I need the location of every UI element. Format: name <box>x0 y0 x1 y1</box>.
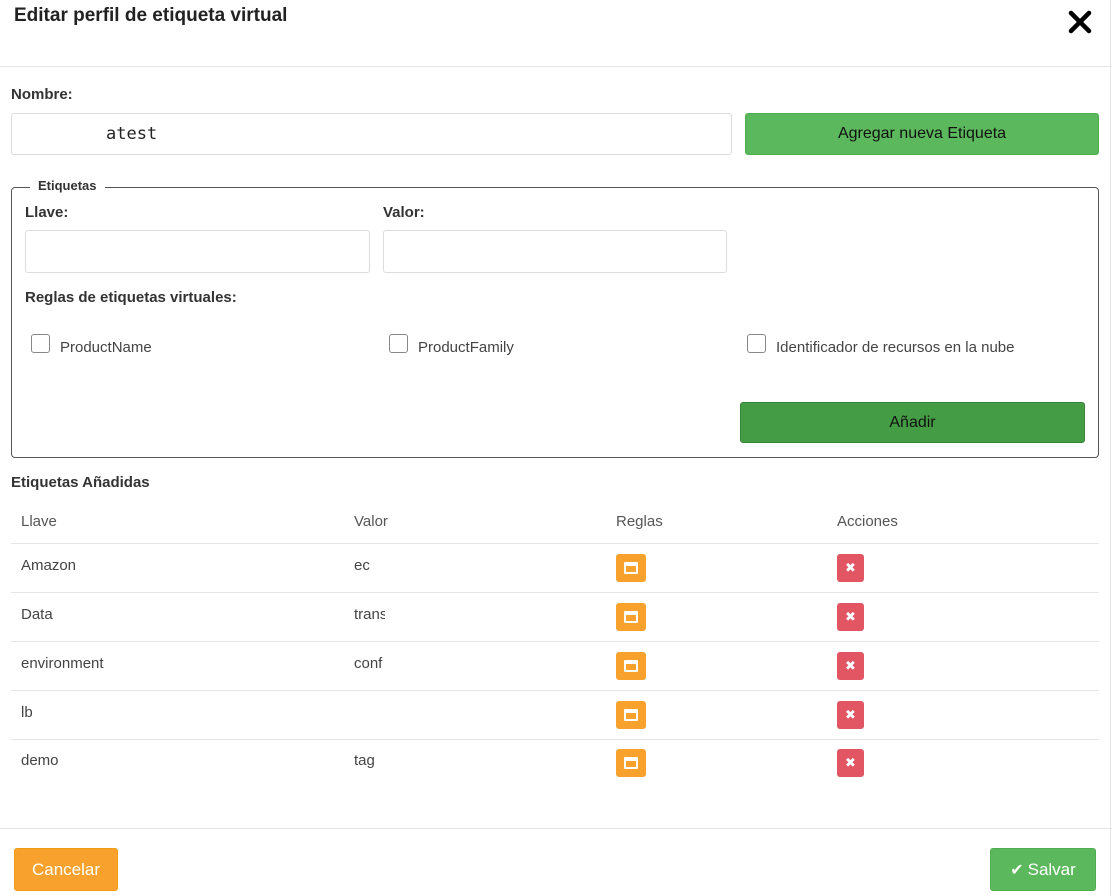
delete-button[interactable]: ✖ <box>837 603 864 631</box>
window-icon <box>624 757 638 769</box>
row-divider <box>11 739 1099 740</box>
rule-label-cloud-resource-id: Identificador de recursos en la nube <box>776 339 1015 356</box>
table-cell-key: Amazon <box>21 557 77 574</box>
save-button[interactable]: ✔ Salvar <box>990 848 1096 891</box>
key-input[interactable] <box>25 230 370 273</box>
check-icon: ✔ <box>1010 861 1024 879</box>
row-divider <box>11 641 1099 642</box>
window-icon <box>624 611 638 623</box>
modal-edge <box>1110 0 1111 896</box>
column-header-key: Llave <box>21 513 57 530</box>
footer-divider <box>0 828 1112 829</box>
table-cell-key: Data <box>21 606 53 623</box>
row-divider <box>11 543 1099 544</box>
header-divider <box>0 66 1112 67</box>
save-label: Salvar <box>1027 859 1076 879</box>
rules-label: Reglas de etiquetas virtuales: <box>25 289 237 306</box>
delete-button[interactable]: ✖ <box>837 652 864 680</box>
close-icon[interactable] <box>1066 8 1094 36</box>
table-cell-key: environment <box>21 655 104 672</box>
table-cell-key: lb <box>21 704 33 721</box>
table-cell-value: conf <box>354 655 383 672</box>
table-cell-value: tag <box>354 752 375 769</box>
key-label: Llave: <box>25 204 69 221</box>
rule-checkbox-productfamily[interactable] <box>389 334 408 353</box>
rule-label-productname: ProductName <box>60 339 152 356</box>
rule-checkbox-productname[interactable] <box>31 334 50 353</box>
value-label: Valor: <box>383 204 425 221</box>
tags-legend: Etiquetas <box>30 178 105 193</box>
column-header-actions: Acciones <box>837 513 898 530</box>
rule-label-productfamily: ProductFamily <box>418 339 514 356</box>
add-tag-button[interactable]: Añadir <box>740 402 1085 443</box>
rules-button[interactable] <box>616 749 646 777</box>
delete-button[interactable]: ✖ <box>837 554 864 582</box>
add-new-tag-button[interactable]: Agregar nueva Etiqueta <box>745 113 1099 155</box>
delete-button[interactable]: ✖ <box>837 749 864 777</box>
rules-button[interactable] <box>616 603 646 631</box>
row-divider <box>11 690 1099 691</box>
rule-checkbox-cloud-resource-id[interactable] <box>747 334 766 353</box>
delete-button[interactable]: ✖ <box>837 701 864 729</box>
value-input[interactable] <box>383 230 727 273</box>
window-icon <box>624 709 638 721</box>
table-cell-value: ec <box>354 557 370 574</box>
rules-button[interactable] <box>616 554 646 582</box>
added-tags-title: Etiquetas Añadidas <box>11 474 150 491</box>
column-header-rules: Reglas <box>616 513 663 530</box>
window-icon <box>624 660 638 672</box>
rules-button[interactable] <box>616 652 646 680</box>
name-label: Nombre: <box>11 86 73 103</box>
name-input[interactable] <box>11 113 732 155</box>
table-cell-key: demo <box>21 752 59 769</box>
cancel-button[interactable]: Cancelar <box>14 848 118 891</box>
rules-button[interactable] <box>616 701 646 729</box>
row-divider <box>11 592 1099 593</box>
modal-title: Editar perfil de etiqueta virtual <box>14 5 288 26</box>
window-icon <box>624 562 638 574</box>
table-cell-value: trans <box>354 606 385 623</box>
column-header-value: Valor <box>354 513 388 530</box>
